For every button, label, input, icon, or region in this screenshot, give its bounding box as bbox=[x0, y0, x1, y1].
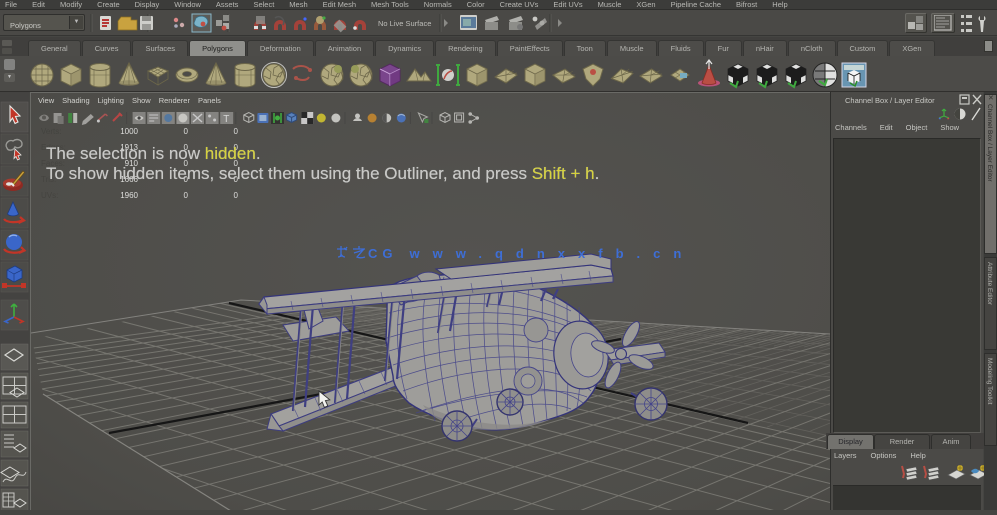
svg-text:No Live Surface: No Live Surface bbox=[378, 19, 431, 28]
svg-text:T: T bbox=[223, 114, 229, 125]
